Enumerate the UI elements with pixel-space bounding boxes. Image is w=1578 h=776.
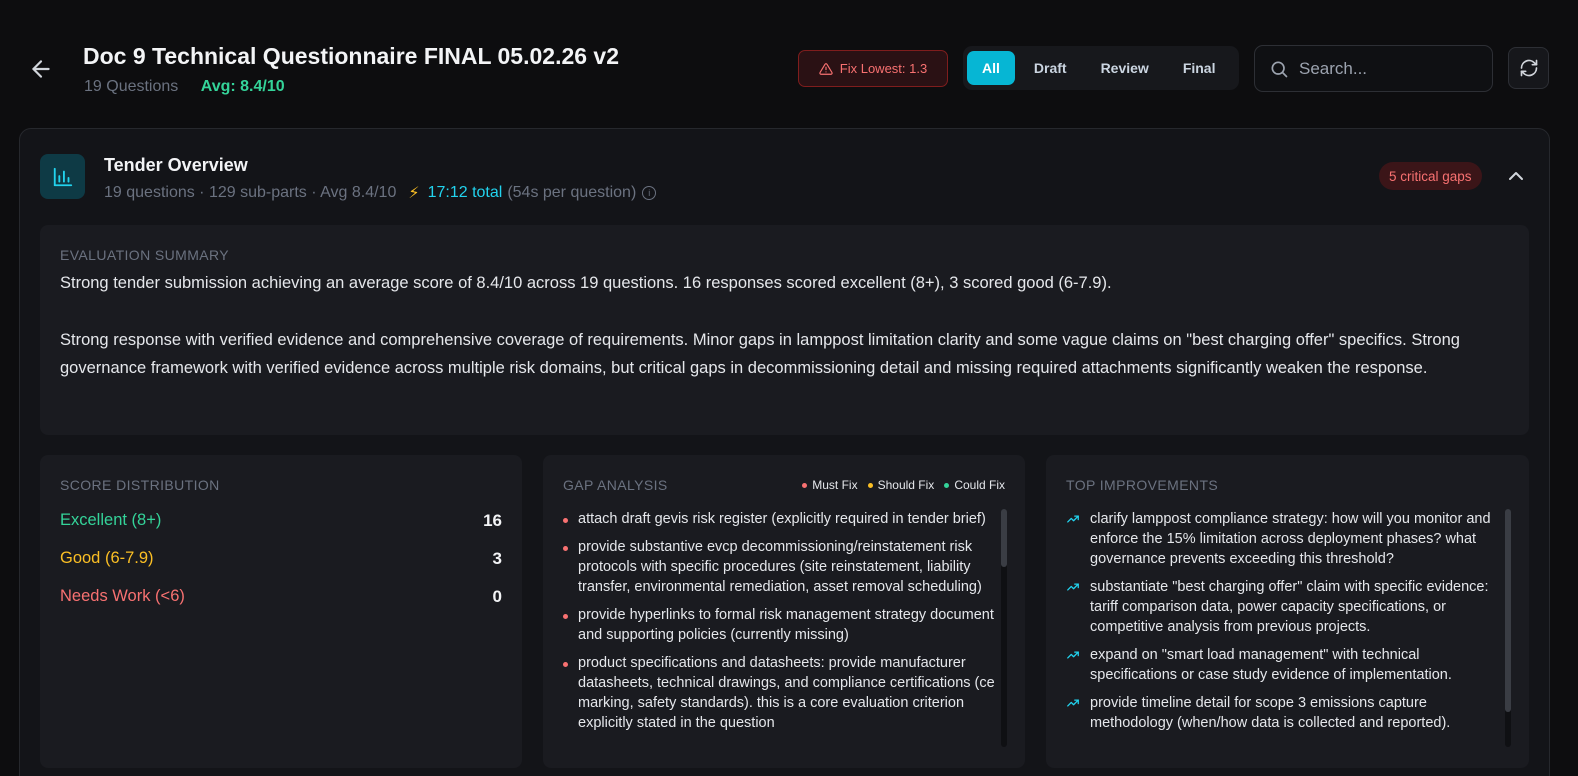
page-title: Doc 9 Technical Questionnaire FINAL 05.0… xyxy=(83,43,620,69)
gap-analysis-panel: GAP ANALYSIS Must Fix Should Fix Could F… xyxy=(543,455,1025,768)
overview-meta: 19 questions · 129 sub-parts · Avg 8.4/1… xyxy=(104,183,657,203)
legend-item-could-fix: Could Fix xyxy=(944,478,1005,492)
page-header: Doc 9 Technical Questionnaire FINAL 05.0… xyxy=(0,0,1578,120)
gap-analysis-label: GAP ANALYSIS xyxy=(563,477,668,493)
top-improvements-label: TOP IMPROVEMENTS xyxy=(1066,477,1219,493)
collapse-button[interactable] xyxy=(1504,164,1528,188)
gap-legend: Must Fix Should Fix Could Fix xyxy=(802,478,1005,492)
improvement-item[interactable]: clarify lamppost compliance strategy: ho… xyxy=(1066,509,1503,569)
score-row-value: 16 xyxy=(483,511,502,530)
refresh-icon xyxy=(1520,59,1537,77)
score-row-excellent: Excellent (8+) 16 xyxy=(60,511,502,531)
tender-overview-card: Tender Overview 19 questions · 129 sub-p… xyxy=(19,128,1550,776)
summary-paragraph: Strong response with verified evidence a… xyxy=(60,330,1460,378)
critical-gaps-badge: 5 critical gaps xyxy=(1379,162,1482,190)
search-input[interactable] xyxy=(1299,58,1479,79)
gap-analysis-header: GAP ANALYSIS Must Fix Should Fix Could F… xyxy=(563,477,1005,493)
page-subtitle: 19 Questions Avg: 8.4/10 xyxy=(84,78,285,96)
score-row-good: Good (6-7.9) 3 xyxy=(60,549,502,569)
score-row-value: 0 xyxy=(492,587,502,606)
overview-title: Tender Overview xyxy=(104,155,248,175)
evaluation-summary: EVALUATION SUMMARY Strong tender submiss… xyxy=(40,225,1529,435)
search-icon xyxy=(1271,61,1288,77)
total-time: 17:12 total xyxy=(427,184,503,201)
improvement-list: clarify lamppost compliance strategy: ho… xyxy=(1066,509,1503,748)
trending-up-icon xyxy=(1067,651,1079,659)
question-count: 19 Questions xyxy=(84,78,179,95)
lightning-icon: ⚡ xyxy=(408,185,420,202)
improvement-item[interactable]: substantiate "best charging offer" claim… xyxy=(1066,577,1503,637)
fix-lowest-label: Fix Lowest: 1.3 xyxy=(839,61,928,76)
per-question-time: (54s per question) xyxy=(507,184,637,201)
filter-final[interactable]: Final xyxy=(1168,51,1231,85)
overview-stats: 19 questions · 129 sub-parts · Avg 8.4/1… xyxy=(104,184,397,201)
refresh-button[interactable] xyxy=(1508,47,1549,89)
status-filter: All Draft Review Final xyxy=(963,46,1239,90)
score-row-label: Needs Work (<6) xyxy=(60,587,185,605)
gap-list: attach draft gevis risk register (explic… xyxy=(563,509,999,748)
gap-list-scrollbar[interactable] xyxy=(1001,509,1007,747)
average-score: Avg: 8.4/10 xyxy=(200,78,285,95)
improvement-list-scrollbar[interactable] xyxy=(1505,509,1511,747)
warning-triangle-icon xyxy=(819,62,833,75)
bar-chart-icon xyxy=(40,154,85,199)
score-row-label: Excellent (8+) xyxy=(60,511,162,529)
search-box xyxy=(1254,45,1493,92)
summary-paragraph: Strong tender submission achieving an av… xyxy=(60,274,1112,292)
gap-item[interactable]: attach draft gevis risk register (explic… xyxy=(563,509,999,529)
trending-up-icon xyxy=(1067,699,1079,707)
arrow-left-icon xyxy=(32,60,50,78)
trending-up-icon xyxy=(1067,515,1079,523)
score-row-value: 3 xyxy=(492,549,502,568)
back-button[interactable] xyxy=(28,56,54,82)
improvement-item[interactable]: provide timeline detail for scope 3 emis… xyxy=(1066,693,1503,733)
improvement-item[interactable]: expand on "smart load management" with t… xyxy=(1066,645,1503,685)
gap-item[interactable]: product specifications and datasheets: p… xyxy=(563,653,999,733)
trending-up-icon xyxy=(1067,583,1079,591)
gap-item[interactable]: provide hyperlinks to formal risk manage… xyxy=(563,605,999,645)
filter-review[interactable]: Review xyxy=(1086,51,1164,85)
score-distribution-panel: SCORE DISTRIBUTION Excellent (8+) 16 Goo… xyxy=(40,455,522,768)
top-improvements-panel: TOP IMPROVEMENTS clarify lamppost compli… xyxy=(1046,455,1529,768)
chevron-up-icon xyxy=(1509,172,1523,180)
summary-label: EVALUATION SUMMARY xyxy=(60,247,230,263)
legend-item-must-fix: Must Fix xyxy=(802,478,858,492)
filter-all[interactable]: All xyxy=(967,51,1015,85)
gap-item[interactable]: provide substantive evcp decommissioning… xyxy=(563,537,999,597)
score-row-needs-work: Needs Work (<6) 0 xyxy=(60,587,502,607)
legend-item-should-fix: Should Fix xyxy=(867,478,934,492)
score-row-label: Good (6-7.9) xyxy=(60,549,154,567)
fix-lowest-button[interactable]: Fix Lowest: 1.3 xyxy=(798,50,948,87)
info-icon[interactable]: i xyxy=(642,186,657,200)
score-distribution-label: SCORE DISTRIBUTION xyxy=(60,477,220,493)
filter-draft[interactable]: Draft xyxy=(1019,51,1082,85)
